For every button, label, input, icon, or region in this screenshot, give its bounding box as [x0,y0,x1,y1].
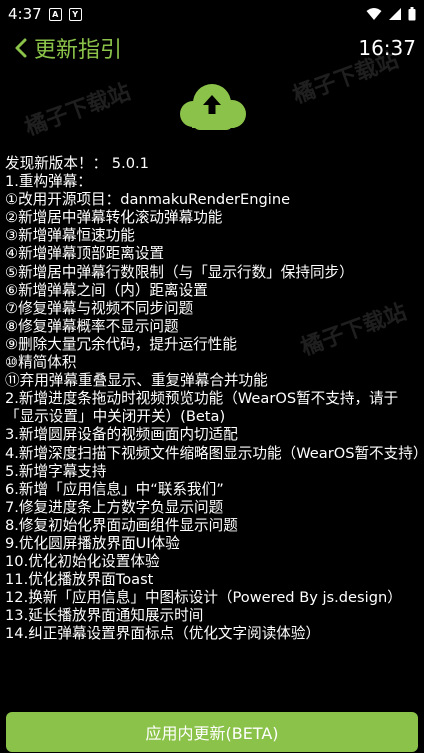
changelog-line: ④新增弹幕顶部距离设置 [5,245,165,263]
status-time: 4:37 [8,5,42,23]
page-title: 更新指引 [34,38,123,63]
changelog-line: 12.换新「应用信息」中图标设计（Powered By js.design） [5,589,402,607]
changelog-line: ⑥新增弹幕之间（内）距离设置 [5,281,208,299]
changelog-line: 13.延长播放界面通知展示时间 [5,607,204,625]
changelog-line: 2.新增进度条拖动时视频预览功能（WearOS暂不支持，请于「显示设置」中关闭开… [5,390,399,426]
changelog-line: ③新增弹幕恒速功能 [5,227,135,245]
a-box-icon: A [48,7,62,21]
back-button[interactable]: 更新指引 [12,32,122,64]
y-box-icon: Y [68,7,82,21]
battery-icon [408,7,416,21]
changelog-line: 9.优化圆屏播放界面UI体验 [5,534,180,552]
cloud-upload-icon [180,84,246,130]
header-clock: 16:37 [358,36,416,60]
changelog-line: ①改用开源项目：danmakuRenderEngine [5,191,291,209]
changelog-line: 发现新版本！： 5.0.1 [5,155,149,172]
changelog-line: ⑤新增居中弹幕行数限制（与「显示行数」保持同步） [5,263,354,281]
changelog-line: ②新增居中弹幕转化滚动弹幕功能 [5,209,223,227]
changelog-line: 4.新增深度扫描下视频文件缩略图显示功能（WearOS暂不支持） [5,444,423,462]
signal-icon [389,8,401,20]
status-left: 4:37 A Y [8,5,82,23]
changelog-line: 8.修复初始化界面动画组件显示问题 [5,516,238,534]
changelog-line: 11.优化播放界面Toast [5,571,154,589]
changelog-line: 6.新增「应用信息」中“联系我们” [5,480,224,498]
status-right [366,7,416,21]
changelog-line: ⑪弃用弹幕重叠显示、重复弹幕合并功能 [5,372,268,390]
app-header: 更新指引 16:37 [0,28,424,68]
wifi-icon [366,8,382,20]
changelog-line: ⑨删除大量冗余代码，提升运行性能 [5,335,237,353]
status-bar: 4:37 A Y [0,0,424,28]
chevron-left-icon [15,38,27,58]
changelog-line: 3.新增圆屏设备的视频画面内切适配 [5,426,238,444]
changelog-line: 10.优化初始化设置体验 [5,553,160,571]
changelog-line: 1.重构弹幕： [5,173,92,191]
changelog-line: ⑧修复弹幕概率不显示问题 [5,317,179,335]
changelog-line: 5.新增字幕支持 [5,462,107,480]
changelog-line: ⑦修复弹幕与视频不同步问题 [5,299,194,317]
changelog-text: 发现新版本！： 5.0.1 1.重构弹幕： ①改用开源项目：danmakuRen… [5,155,423,708]
in-app-update-button[interactable]: 应用内更新(BETA) [6,712,418,752]
changelog-line: 14.纠正弹幕设置界面标点（优化文字阅读体验） [5,625,321,643]
watermark: 橘子下载站 [21,79,134,141]
changelog-line: 7.修复进度条上方数字负显示问题 [5,498,224,516]
changelog-line: ⑩精简体积 [5,354,77,372]
